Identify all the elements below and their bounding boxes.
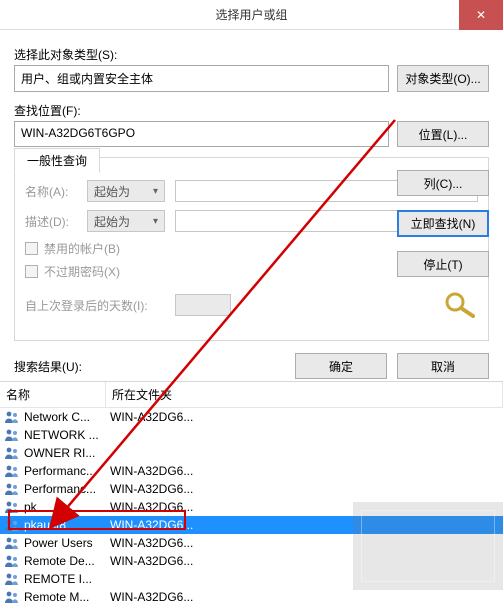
days-since-logon-label: 自上次登录后的天数(I): <box>25 297 165 314</box>
cancel-button[interactable]: 取消 <box>397 353 489 379</box>
row-name: REMOTE I... <box>24 572 110 586</box>
table-row[interactable]: Remote M...WIN-A32DG6... <box>0 588 503 606</box>
principal-icon <box>4 536 20 550</box>
table-row[interactable]: Performanc...WIN-A32DG6... <box>0 480 503 498</box>
row-folder: WIN-A32DG6... <box>110 464 499 478</box>
ok-button[interactable]: 确定 <box>295 353 387 379</box>
window-title: 选择用户或组 <box>215 6 287 23</box>
no-expire-pw-checkbox[interactable] <box>25 265 38 278</box>
row-folder: WIN-A32DG6... <box>110 590 499 604</box>
name-label: 名称(A): <box>25 183 77 200</box>
table-row[interactable]: Performanc...WIN-A32DG6... <box>0 462 503 480</box>
row-name: Remote M... <box>24 590 110 604</box>
object-types-button[interactable]: 对象类型(O)... <box>397 65 489 92</box>
principal-icon <box>4 428 20 442</box>
stop-button[interactable]: 停止(T) <box>397 251 489 277</box>
name-mode-value: 起始为 <box>94 183 130 200</box>
title-bar: 选择用户或组 ✕ <box>0 0 503 30</box>
principal-icon <box>4 464 20 478</box>
table-row[interactable]: Network C...WIN-A32DG6... <box>0 408 503 426</box>
disabled-accounts-label: 禁用的帐户(B) <box>44 240 120 257</box>
close-icon: ✕ <box>476 8 486 22</box>
grid-header[interactable]: 名称 所在文件夹 <box>0 382 503 408</box>
principal-icon <box>4 590 20 604</box>
object-type-label: 选择此对象类型(S): <box>14 46 489 63</box>
table-row[interactable]: NETWORK ... <box>0 426 503 444</box>
days-since-logon-stepper[interactable] <box>175 294 231 316</box>
row-name: Performanc... <box>24 482 110 496</box>
row-name: Power Users <box>24 536 110 550</box>
name-mode-combo[interactable]: 起始为 ▾ <box>87 180 165 202</box>
row-name: Network C... <box>24 410 110 424</box>
row-folder: WIN-A32DG6... <box>110 482 499 496</box>
columns-button[interactable]: 列(C)... <box>397 170 489 196</box>
common-query-tab[interactable]: 一般性查询 <box>14 148 100 173</box>
locations-button[interactable]: 位置(L)... <box>397 121 489 147</box>
find-now-button[interactable]: 立即查找(N) <box>397 210 489 237</box>
row-name: Performanc... <box>24 464 110 478</box>
principal-icon <box>4 572 20 586</box>
row-name: pkaust8 <box>24 518 110 532</box>
row-name: OWNER RI... <box>24 446 110 460</box>
table-row[interactable]: OWNER RI... <box>0 444 503 462</box>
row-folder: WIN-A32DG6... <box>110 410 499 424</box>
row-name: Remote De... <box>24 554 110 568</box>
row-name: pk <box>24 500 110 514</box>
object-type-field[interactable]: 用户、组或内置安全主体 <box>14 65 389 92</box>
desc-label: 描述(D): <box>25 213 77 230</box>
close-button[interactable]: ✕ <box>459 0 503 30</box>
location-label: 查找位置(F): <box>14 102 489 119</box>
chevron-down-icon: ▾ <box>153 186 158 197</box>
principal-icon <box>4 446 20 460</box>
disabled-accounts-checkbox[interactable] <box>25 242 38 255</box>
principal-icon <box>4 554 20 568</box>
column-name[interactable]: 名称 <box>0 382 106 407</box>
chevron-down-icon: ▾ <box>153 216 158 227</box>
watermark-overlay <box>353 502 503 590</box>
column-folder[interactable]: 所在文件夹 <box>106 382 503 407</box>
magnifier-icon <box>443 290 479 321</box>
row-name: NETWORK ... <box>24 428 110 442</box>
principal-icon <box>4 410 20 424</box>
principal-icon <box>4 482 20 496</box>
no-expire-pw-label: 不过期密码(X) <box>44 263 120 280</box>
search-results-label: 搜索结果(U): <box>14 358 82 375</box>
desc-mode-combo[interactable]: 起始为 ▾ <box>87 210 165 232</box>
principal-icon <box>4 518 20 532</box>
desc-mode-value: 起始为 <box>94 213 130 230</box>
location-field[interactable]: WIN-A32DG6T6GPO <box>14 121 389 147</box>
principal-icon <box>4 500 20 514</box>
